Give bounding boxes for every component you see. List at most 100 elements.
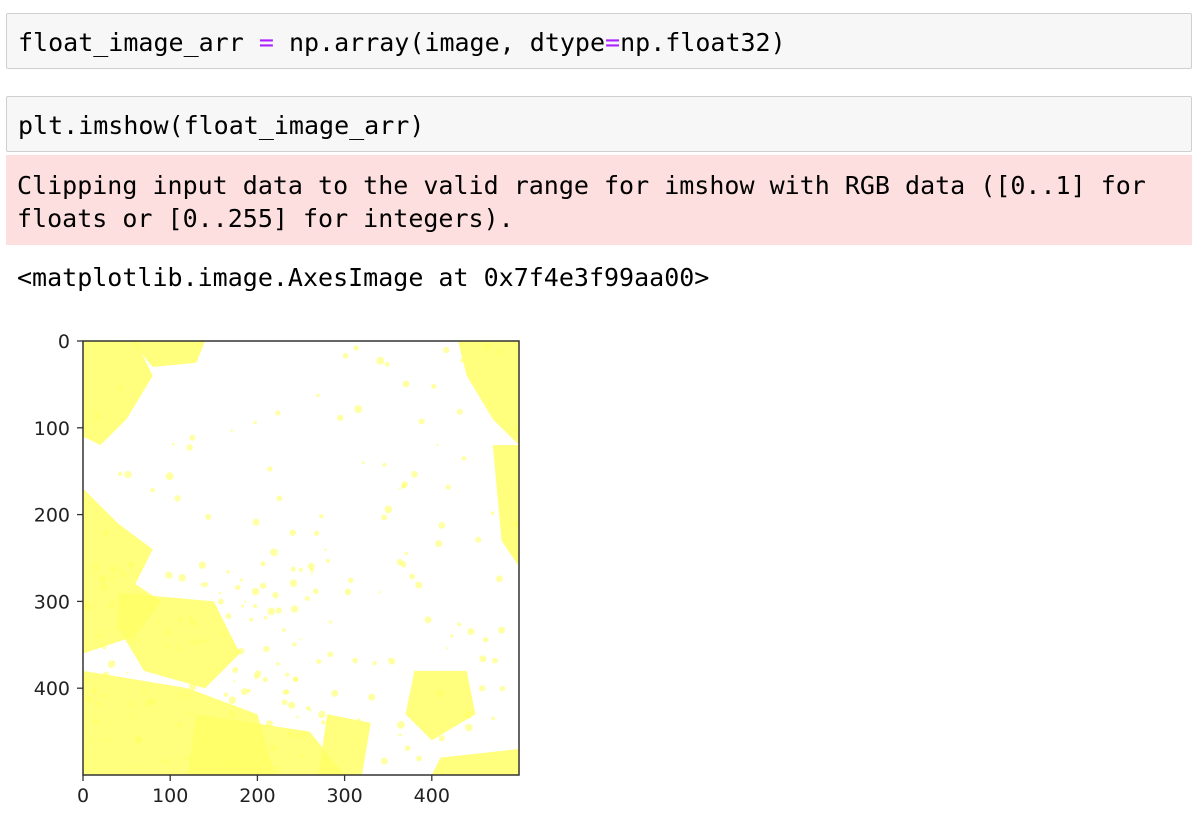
- yellow-speckle: [499, 685, 506, 692]
- yellow-speckle: [211, 734, 215, 738]
- yellow-speckle: [189, 434, 196, 441]
- yellow-speckle: [276, 495, 283, 502]
- yellow-speckle: [104, 738, 109, 743]
- yellow-speckle: [128, 562, 134, 568]
- yellow-speckle: [120, 572, 127, 578]
- code-token: np.array(image, dtype: [273, 28, 606, 57]
- yellow-speckle: [295, 733, 302, 740]
- code-cell-input-1[interactable]: float_image_arr = np.array(image, dtype=…: [6, 13, 1192, 69]
- yellow-speckle: [361, 461, 365, 465]
- yellow-speckle: [191, 769, 197, 775]
- yellow-speckle: [198, 639, 204, 645]
- yellow-speckle: [272, 591, 279, 599]
- yellow-speckle: [205, 639, 209, 644]
- yellow-speckle: [235, 649, 241, 654]
- y-tick-label: 200: [34, 505, 70, 527]
- yellow-speckle: [368, 693, 376, 701]
- yellow-speckle: [272, 765, 281, 774]
- yellow-speckle: [110, 600, 114, 604]
- yellow-speckle: [348, 577, 354, 584]
- yellow-speckle: [275, 607, 282, 614]
- yellow-speckle: [176, 722, 182, 728]
- yellow-speckle: [139, 591, 144, 596]
- yellow-speckle: [83, 603, 92, 611]
- yellow-speckle: [141, 688, 147, 694]
- yellow-speckle: [331, 689, 339, 697]
- yellow-speckle: [290, 605, 299, 613]
- yellow-speckle: [150, 698, 156, 705]
- yellow-speckle: [134, 735, 143, 744]
- code-token: np.float32): [620, 28, 786, 57]
- yellow-speckle: [265, 720, 273, 728]
- yellow-speckle: [503, 466, 506, 469]
- code-text-1[interactable]: float_image_arr = np.array(image, dtype=…: [7, 14, 1191, 58]
- x-tick-label: 0: [77, 785, 89, 807]
- yellow-speckle: [244, 743, 249, 748]
- y-tick-label: 300: [34, 591, 70, 613]
- x-tick-label: 400: [414, 785, 450, 807]
- yellow-speckle: [228, 696, 237, 705]
- yellow-speckle: [445, 484, 451, 490]
- yellow-speckle: [299, 753, 304, 758]
- yellow-speckle: [259, 582, 267, 589]
- yellow-speckle: [221, 763, 224, 766]
- yellow-speckle: [460, 358, 465, 363]
- yellow-speckle: [431, 383, 437, 389]
- yellow-speckle: [457, 622, 462, 627]
- yellow-speckle: [378, 591, 381, 594]
- yellow-speckle: [226, 570, 230, 574]
- yellow-speckle: [174, 631, 178, 635]
- yellow-speckle: [320, 720, 326, 725]
- yellow-speckle: [270, 548, 278, 557]
- yellow-speckle: [299, 638, 302, 641]
- code-cell-input-2[interactable]: plt.imshow(float_image_arr): [6, 96, 1192, 152]
- yellow-speckle: [109, 565, 117, 573]
- yellow-speckle: [186, 444, 193, 451]
- yellow-speckle: [318, 710, 326, 719]
- yellow-speckle: [409, 573, 416, 580]
- yellow-speckle: [225, 613, 232, 620]
- x-tick-label: 200: [239, 785, 275, 807]
- yellow-speckle: [305, 705, 311, 711]
- yellow-speckle: [372, 660, 377, 666]
- code-text-2[interactable]: plt.imshow(float_image_arr): [7, 97, 1191, 141]
- yellow-speckle: [189, 638, 197, 646]
- yellow-speckle: [418, 418, 425, 425]
- yellow-speckle: [253, 674, 260, 680]
- yellow-speckle: [96, 701, 102, 706]
- yellow-speckle: [241, 604, 245, 608]
- yellow-speckle: [93, 718, 100, 725]
- yellow-speckle: [281, 699, 288, 706]
- yellow-speckle: [163, 643, 169, 649]
- yellow-speckle: [117, 384, 124, 391]
- yellow-speckle: [415, 581, 423, 589]
- yellow-speckle: [150, 487, 155, 493]
- yellow-speckle: [329, 620, 333, 624]
- yellow-speckle: [424, 616, 432, 624]
- yellow-speckle: [205, 513, 212, 520]
- code-token: float_image_arr: [18, 28, 259, 57]
- yellow-speckle: [301, 730, 307, 736]
- yellow-speckle: [202, 581, 208, 588]
- yellow-speckle: [239, 578, 244, 582]
- yellow-speckle: [198, 561, 207, 569]
- yellow-speckle: [398, 487, 401, 490]
- yellow-speckle: [293, 677, 298, 682]
- yellow-speckle: [384, 361, 390, 367]
- yellow-speckle: [316, 658, 322, 665]
- yellow-region: [318, 714, 371, 775]
- yellow-speckle: [174, 495, 181, 502]
- yellow-speckle: [484, 342, 491, 349]
- yellow-speckle: [263, 645, 270, 653]
- yellow-speckle: [324, 548, 327, 551]
- image-plot: 0 100 200 300 400 0 100 200 300 400: [34, 331, 520, 807]
- yellow-speckle: [479, 685, 486, 692]
- yellow-speckle: [289, 529, 296, 536]
- yellow-speckle: [357, 717, 361, 722]
- yellow-speckle: [178, 692, 182, 697]
- yellow-speckle: [218, 591, 222, 595]
- yellow-speckle: [227, 710, 235, 719]
- yellow-speckle: [319, 514, 324, 519]
- yellow-speckle: [307, 562, 315, 570]
- yellow-speckle: [138, 638, 142, 641]
